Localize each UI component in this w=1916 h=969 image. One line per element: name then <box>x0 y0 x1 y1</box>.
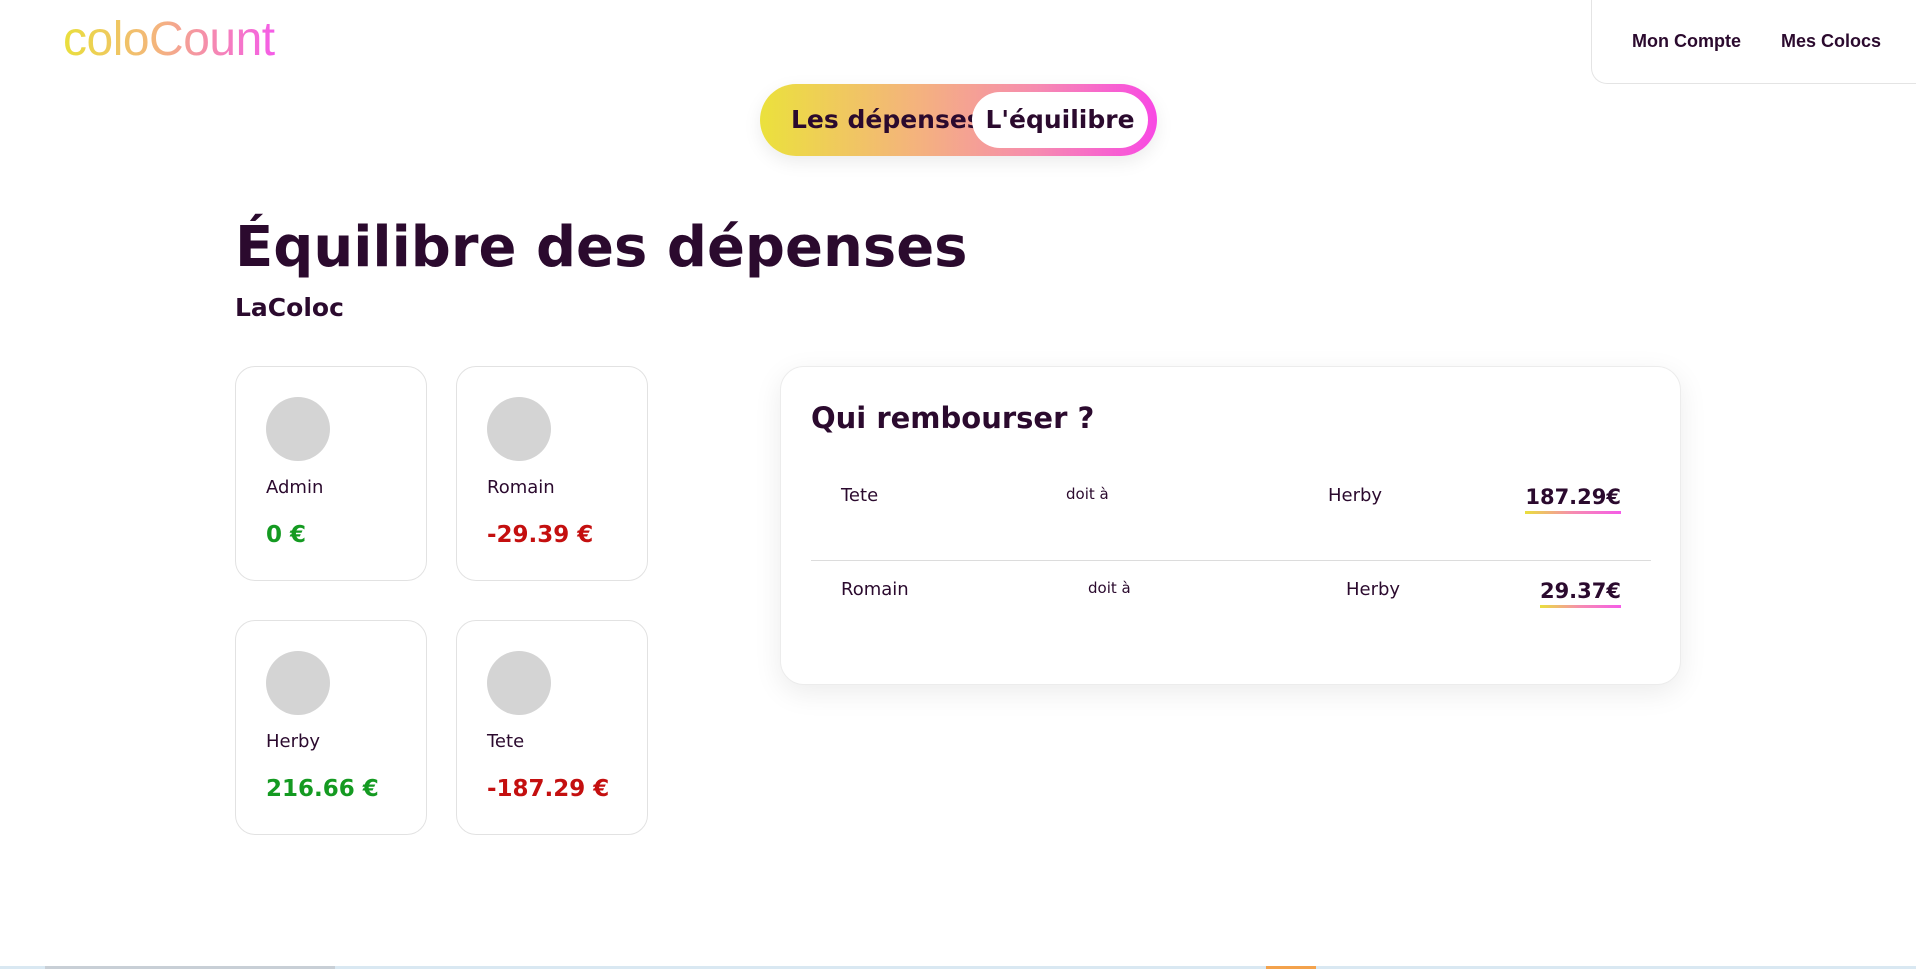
member-balance: 216.66 € <box>266 776 379 802</box>
creditor-name: Herby <box>1346 579 1401 600</box>
owes-label: doit à <box>1088 579 1131 597</box>
row-divider <box>811 560 1651 561</box>
avatar <box>266 397 330 461</box>
member-balance: -29.39 € <box>487 522 594 548</box>
member-balance: 0 € <box>266 522 307 548</box>
reimburse-row: Tete doit à Herby 187.29€ <box>811 485 1651 579</box>
reimburse-row: Romain doit à Herby 29.37€ <box>811 579 1651 673</box>
coloc-name: LaColoc <box>235 293 344 322</box>
toggle-equilibre[interactable]: L'équilibre <box>972 92 1148 148</box>
member-name: Tete <box>487 731 525 752</box>
nav-mon-compte[interactable]: Mon Compte <box>1632 31 1741 52</box>
page-title: Équilibre des dépenses <box>235 215 968 280</box>
member-balance: -187.29 € <box>487 776 610 802</box>
member-name: Romain <box>487 477 555 498</box>
avatar <box>266 651 330 715</box>
top-nav: Mon Compte Mes Colocs <box>1591 0 1916 84</box>
member-card: Herby 216.66 € <box>235 620 427 835</box>
nav-mes-colocs[interactable]: Mes Colocs <box>1781 31 1881 52</box>
member-name: Admin <box>266 477 324 498</box>
app-logo[interactable]: coloCount <box>63 12 275 68</box>
member-card: Admin 0 € <box>235 366 427 581</box>
member-card: Tete -187.29 € <box>456 620 648 835</box>
owes-label: doit à <box>1066 485 1109 503</box>
reimburse-amount: 187.29€ <box>1525 485 1621 514</box>
member-name: Herby <box>266 731 321 752</box>
avatar <box>487 651 551 715</box>
view-toggle: Les dépenses L'équilibre <box>760 84 1157 156</box>
reimburse-panel: Qui rembourser ? Tete doit à Herby 187.2… <box>780 366 1681 685</box>
member-card: Romain -29.39 € <box>456 366 648 581</box>
avatar <box>487 397 551 461</box>
debtor-name: Romain <box>841 579 909 600</box>
reimburse-title: Qui rembourser ? <box>811 401 1095 435</box>
reimburse-amount: 29.37€ <box>1539 579 1622 608</box>
toggle-depenses[interactable]: Les dépenses <box>791 84 982 156</box>
creditor-name: Herby <box>1328 485 1383 506</box>
debtor-name: Tete <box>841 485 879 506</box>
